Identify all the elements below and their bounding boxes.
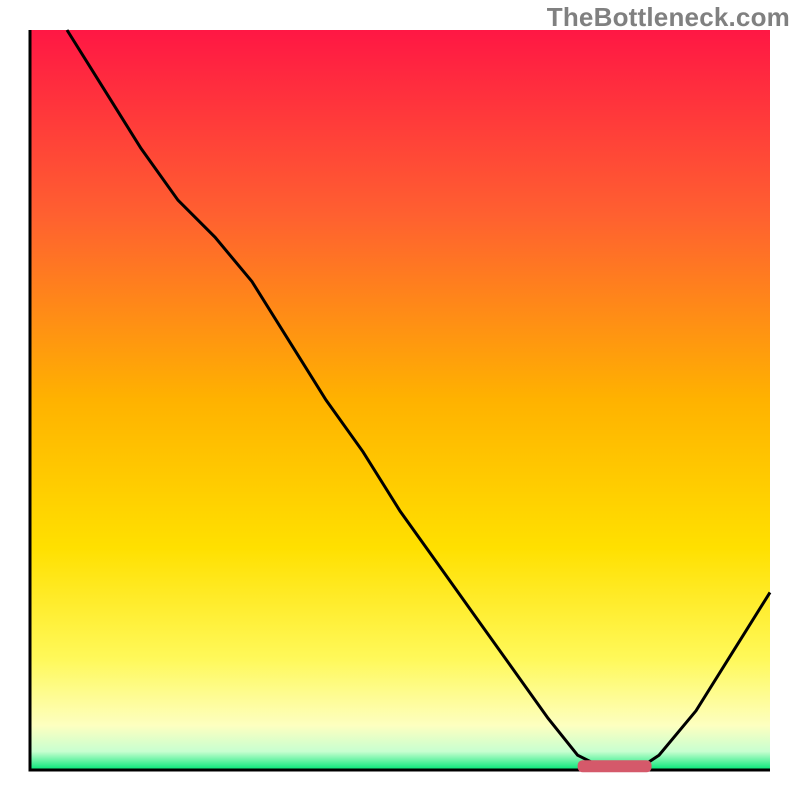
optimal-range-marker xyxy=(578,760,652,772)
watermark-text: TheBottleneck.com xyxy=(547,2,790,33)
bottleneck-chart xyxy=(0,0,800,800)
plot-background xyxy=(30,30,770,770)
chart-container: TheBottleneck.com xyxy=(0,0,800,800)
